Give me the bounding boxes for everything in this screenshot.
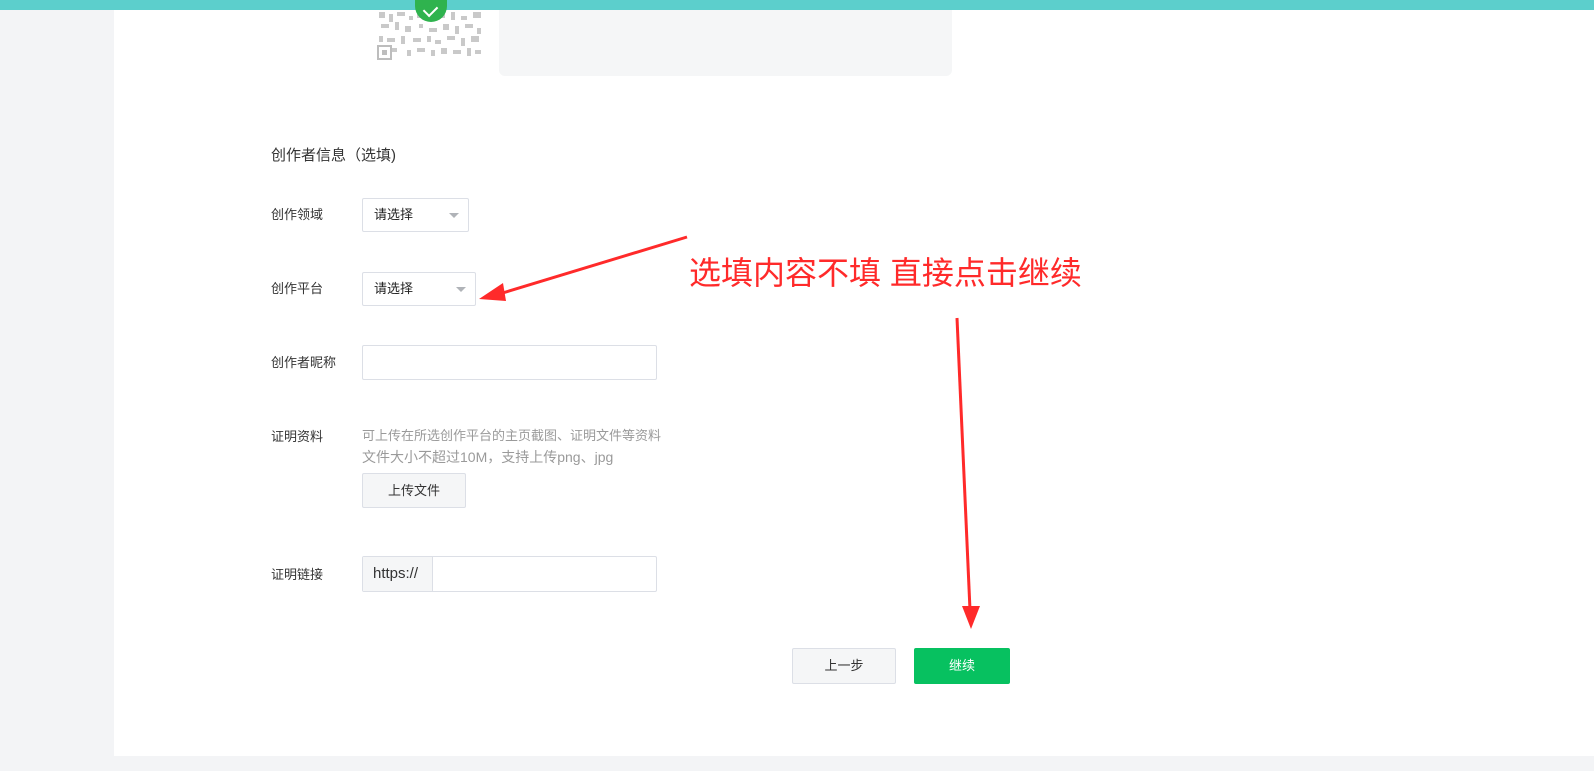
arrow-left-icon	[479, 235, 688, 301]
annotation-arrows	[479, 235, 980, 629]
arrow-down-icon	[955, 317, 980, 629]
